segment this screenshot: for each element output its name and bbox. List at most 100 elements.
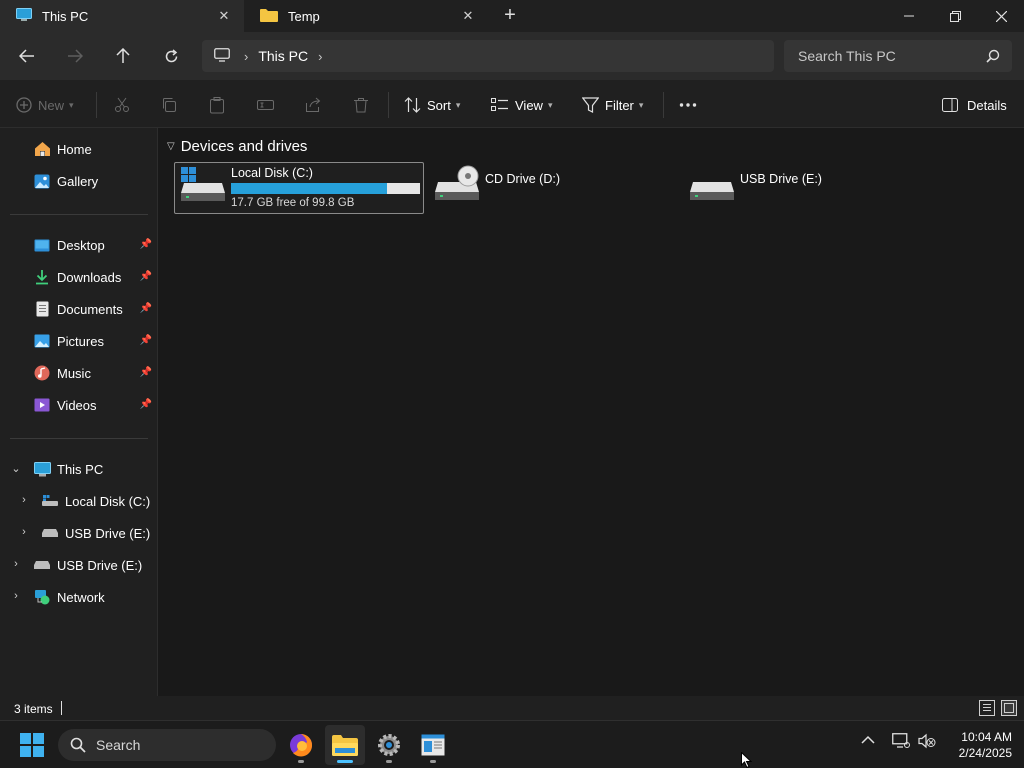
minimize-icon [904, 15, 914, 17]
sidebar-item-usb-drive[interactable]: › USB Drive (E:) [0, 519, 158, 547]
drive-item-usb-drive[interactable]: USB Drive (E:) [684, 162, 934, 214]
minimize-button[interactable] [886, 0, 932, 32]
start-button[interactable] [12, 725, 52, 765]
tab-label: This PC [42, 8, 89, 24]
volume-muted-icon[interactable] [918, 733, 936, 752]
sidebar-item-downloads[interactable]: Downloads 📌 [0, 263, 158, 291]
taskbar-search[interactable]: Search [58, 729, 276, 761]
sidebar-item-desktop[interactable]: Desktop 📌 [0, 231, 158, 259]
chevron-up-icon[interactable] [861, 733, 875, 748]
search-box[interactable]: Search This PC [784, 40, 1012, 72]
sidebar-item-videos[interactable]: Videos 📌 [0, 391, 158, 419]
taskbar-app-control-panel[interactable] [413, 725, 453, 765]
chevron-right-icon[interactable]: › [18, 494, 30, 506]
new-tab-button[interactable]: + [500, 5, 520, 26]
chevron-down-icon[interactable]: ▽ [167, 141, 175, 152]
sidebar-item-music[interactable]: Music 📌 [0, 359, 158, 387]
close-tab-icon[interactable]: ✕ [216, 8, 232, 24]
taskbar-app-settings[interactable] [369, 725, 409, 765]
up-button[interactable] [109, 44, 137, 68]
drive-item-cd-drive[interactable]: CD Drive (D:) [429, 162, 679, 214]
network-status-icon[interactable] [892, 733, 910, 752]
pin-icon[interactable]: 📌 [140, 303, 152, 314]
download-icon [33, 269, 51, 285]
pin-icon[interactable]: 📌 [140, 335, 152, 346]
filter-button[interactable]: Filter ▾ [582, 94, 643, 116]
sidebar-item-usb-drive[interactable]: › USB Drive (E:) [0, 551, 158, 579]
paste-button[interactable] [209, 94, 225, 116]
tiles-view-icon[interactable] [1001, 700, 1017, 716]
copy-button[interactable] [161, 94, 177, 116]
chevron-right-icon[interactable]: › [244, 49, 248, 64]
chevron-right-icon[interactable]: › [10, 590, 22, 602]
network-icon [33, 589, 51, 605]
rename-button[interactable] [257, 94, 274, 116]
cut-button[interactable] [114, 94, 130, 116]
group-header[interactable]: ▽ Devices and drives [167, 138, 307, 155]
sidebar-item-documents[interactable]: Documents 📌 [0, 295, 158, 323]
taskbar-app-file-explorer[interactable] [325, 725, 365, 765]
clock[interactable]: 10:04 AM 2/24/2025 [940, 729, 1012, 761]
folder-icon [260, 8, 278, 25]
chevron-down-icon[interactable]: ⌄ [10, 462, 22, 475]
navigation-pane: Home Gallery Desktop 📌 Downloads 📌 Docum… [0, 128, 158, 696]
details-button[interactable]: Details [942, 94, 1007, 116]
close-tab-icon[interactable]: ✕ [460, 8, 476, 24]
windows-drive-icon [41, 493, 59, 509]
divider [10, 214, 148, 215]
chevron-right-icon[interactable]: › [18, 526, 30, 538]
tab-temp[interactable]: Temp ✕ [244, 0, 488, 32]
drive-item-local-disk[interactable]: Local Disk (C:) 17.7 GB free of 99.8 GB [174, 162, 424, 214]
restore-button[interactable] [932, 0, 978, 32]
search-input[interactable]: Search This PC [798, 48, 896, 64]
pin-icon[interactable]: 📌 [140, 399, 152, 410]
back-button[interactable] [13, 44, 41, 68]
sort-icon [404, 97, 421, 113]
content-pane: ▽ Devices and drives Local Disk (C:) 17.… [159, 129, 1024, 696]
details-view-icon[interactable] [979, 700, 995, 716]
share-button[interactable] [305, 94, 321, 116]
tab-this-pc[interactable]: This PC ✕ [0, 0, 244, 32]
close-window-button[interactable] [978, 0, 1024, 32]
delete-button[interactable] [353, 94, 369, 116]
pin-icon[interactable]: 📌 [140, 367, 152, 378]
windows-logo-icon [20, 733, 44, 757]
sidebar-item-gallery[interactable]: Gallery [0, 167, 158, 195]
copy-icon [163, 98, 176, 112]
address-bar[interactable]: › This PC › [202, 40, 774, 72]
new-button[interactable]: New ▾ [16, 94, 74, 116]
view-button[interactable]: View ▾ [491, 94, 552, 116]
desktop-icon [33, 237, 51, 253]
address-row: › This PC › Search This PC [0, 32, 1024, 80]
chevron-right-icon[interactable]: › [318, 49, 322, 64]
sidebar-item-this-pc[interactable]: ⌄ This PC [0, 455, 158, 483]
forward-button[interactable] [61, 44, 89, 68]
more-options-button[interactable] [679, 94, 697, 116]
status-bar: 3 items [0, 696, 1024, 720]
usb-drive-icon [41, 525, 59, 541]
title-bar: This PC ✕ Temp ✕ + [0, 0, 1024, 32]
sidebar-item-pictures[interactable]: Pictures 📌 [0, 327, 158, 355]
search-icon [70, 737, 86, 753]
usb-drive-icon [33, 557, 51, 573]
sort-button[interactable]: Sort ▾ [404, 94, 460, 116]
pin-icon[interactable]: 📌 [140, 271, 152, 282]
running-indicator [386, 760, 392, 763]
cd-drive-icon [434, 164, 480, 207]
monitor-icon [33, 461, 51, 477]
sidebar-item-home[interactable]: Home [0, 135, 158, 163]
taskbar-app-firefox[interactable] [281, 725, 321, 765]
running-indicator [430, 760, 436, 763]
sidebar-item-local-disk[interactable]: › Local Disk (C:) [0, 487, 158, 515]
tab-label: Temp [288, 8, 320, 24]
divider [61, 701, 62, 715]
sidebar-item-network[interactable]: › Network [0, 583, 158, 611]
mouse-cursor-icon [741, 751, 753, 768]
plus-circle-icon [16, 97, 32, 113]
pin-icon[interactable]: 📌 [140, 239, 152, 250]
refresh-button[interactable] [157, 44, 185, 68]
capacity-bar [231, 183, 420, 194]
breadcrumb[interactable]: This PC [258, 48, 308, 64]
chevron-right-icon[interactable]: › [10, 558, 22, 570]
filter-icon [582, 97, 599, 113]
